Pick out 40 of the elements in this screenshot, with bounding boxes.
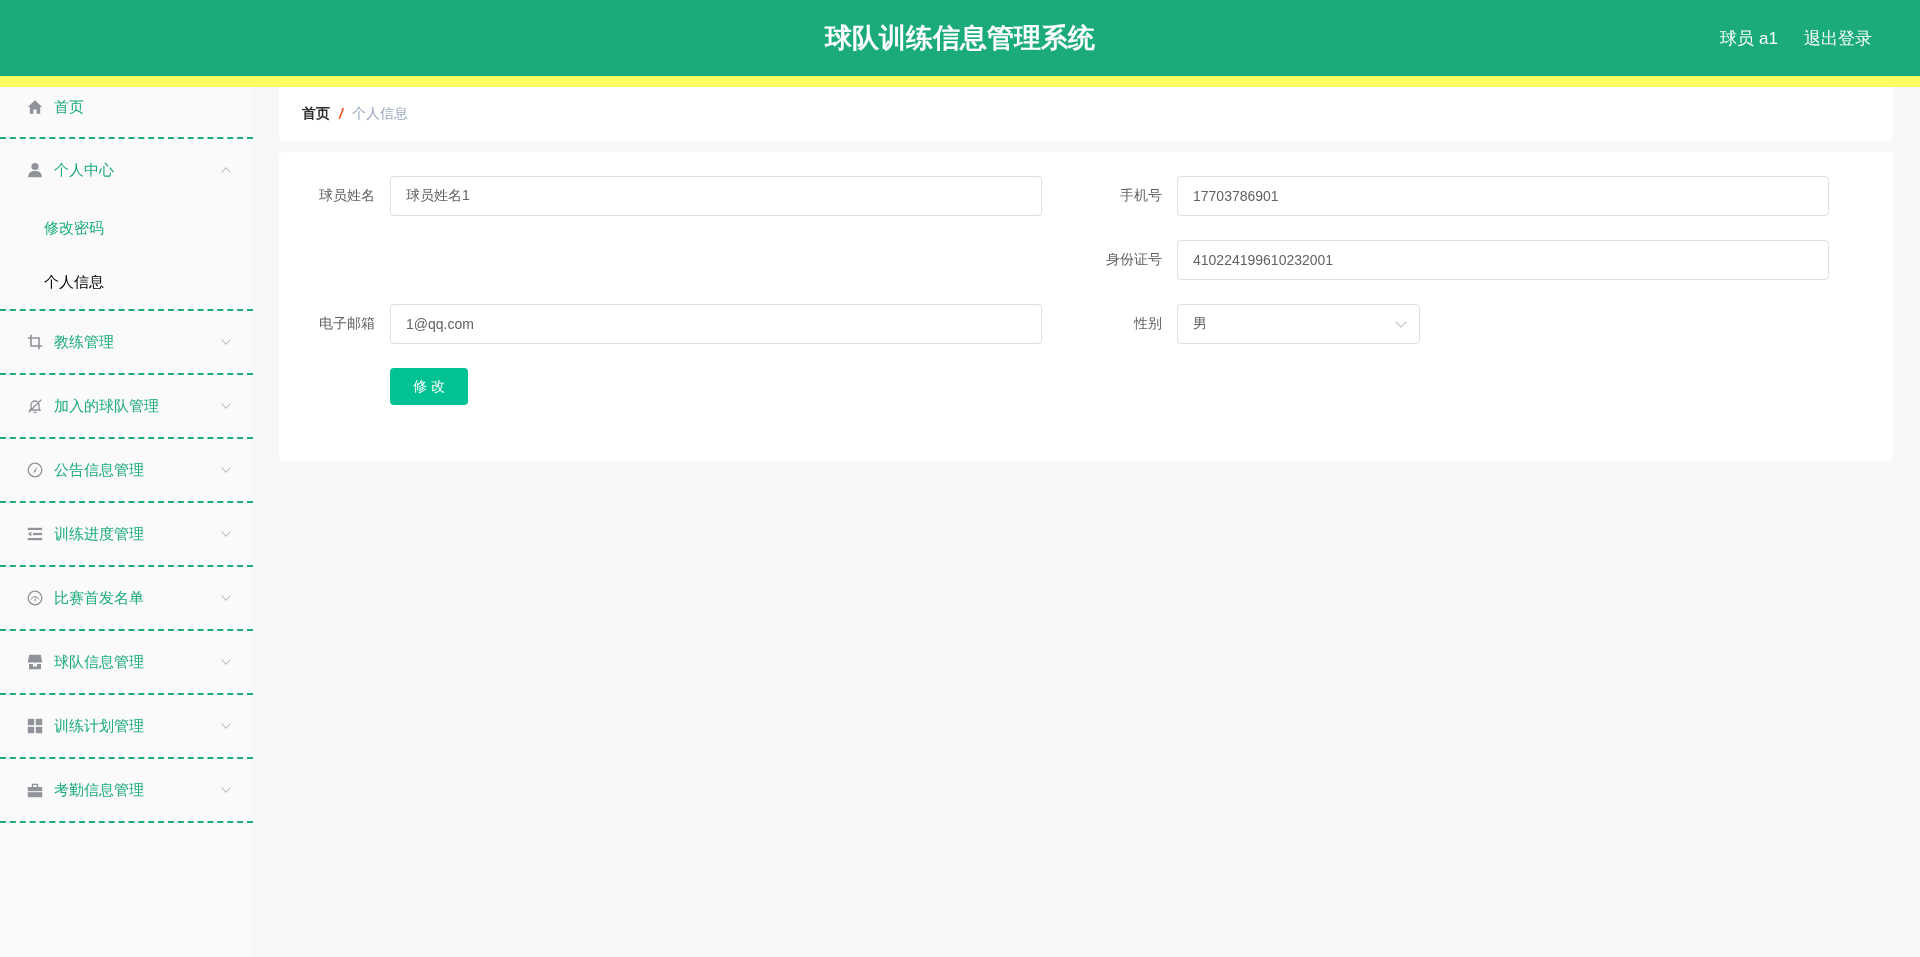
crop-icon <box>27 334 43 350</box>
submenu-title[interactable]: 个人中心 <box>0 139 253 201</box>
submenu-title[interactable]: 教练管理 <box>0 311 253 373</box>
submenu-item[interactable]: 个人信息 <box>0 255 253 309</box>
text-input[interactable]: 17703786901 <box>1177 176 1829 216</box>
gauge-icon <box>27 590 43 606</box>
breadcrumb-separator: / <box>339 106 343 122</box>
text-input[interactable]: 球员姓名1 <box>390 176 1042 216</box>
submenu-title[interactable]: 训练计划管理 <box>0 695 253 757</box>
field-label: 球员姓名 <box>318 187 375 205</box>
text-input[interactable]: 1@qq.com <box>390 304 1042 344</box>
submenu-title[interactable]: 考勤信息管理 <box>0 759 253 821</box>
submenu-title[interactable]: 训练进度管理 <box>0 503 253 565</box>
caret-icon <box>1395 320 1407 328</box>
text-input[interactable]: 410224199610232001 <box>1177 240 1829 280</box>
menu-item[interactable]: 首页 <box>0 87 253 137</box>
field-label: 身份证号 <box>1105 251 1162 269</box>
field-label: 性别 <box>1132 315 1162 333</box>
compass-icon <box>27 462 43 478</box>
user-icon <box>27 162 43 178</box>
logout-link[interactable]: 退出登录 <box>1804 26 1872 50</box>
app-title: 球队训练信息管理系统 <box>825 22 1095 55</box>
grid-icon <box>27 718 43 734</box>
field-label: 手机号 <box>1119 187 1162 205</box>
submenu-title[interactable]: 球队信息管理 <box>0 631 253 693</box>
user-name: 球员 a1 <box>1720 27 1778 50</box>
submenu-title[interactable]: 比赛首发名单 <box>0 567 253 629</box>
breadcrumb-current: 个人信息 <box>351 105 408 123</box>
bell-off-icon <box>27 398 43 414</box>
list-icon <box>27 526 43 542</box>
submenu-item[interactable]: 修改密码 <box>0 201 253 255</box>
breadcrumb-link[interactable]: 首页 <box>302 105 330 123</box>
store-icon <box>27 654 43 670</box>
briefcase-icon <box>27 782 43 798</box>
home-icon <box>27 99 43 115</box>
submenu-title[interactable]: 加入的球队管理 <box>0 375 253 437</box>
field-label: 电子邮箱 <box>318 315 375 333</box>
submenu-title[interactable]: 公告信息管理 <box>0 439 253 501</box>
modify-button[interactable]: 修 改 <box>390 368 468 405</box>
select-field[interactable]: 男 <box>1177 304 1420 344</box>
